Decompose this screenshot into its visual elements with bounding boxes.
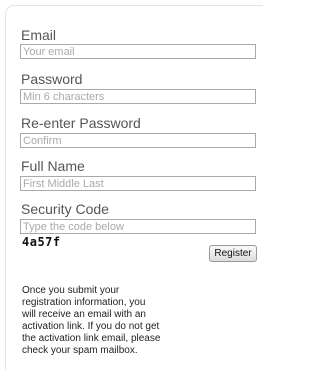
info-line: the activation link email, please: [22, 333, 161, 344]
security-code-field[interactable]: [20, 219, 256, 234]
info-line: will receive an email with an: [22, 309, 146, 320]
email-label: Email: [21, 27, 57, 43]
info-line: registration information, you: [22, 297, 146, 308]
password-label: Password: [21, 71, 83, 87]
info-line: Once you submit your: [22, 285, 120, 296]
captcha-code: 4a57f: [22, 235, 61, 249]
info-line: check your spam mailbox.: [22, 345, 138, 356]
full-name-label: Full Name: [21, 158, 85, 174]
info-line: activation link. If you do not get: [22, 321, 160, 332]
full-name-field[interactable]: [20, 176, 256, 191]
password-field[interactable]: [20, 89, 256, 104]
email-field[interactable]: [20, 44, 256, 59]
confirm-password-label: Re-enter Password: [21, 115, 141, 131]
security-code-label: Security Code: [21, 201, 109, 217]
activation-info-text: Once you submit your registration inform…: [22, 285, 197, 357]
register-button[interactable]: Register: [209, 245, 257, 262]
confirm-password-field[interactable]: [20, 133, 256, 148]
